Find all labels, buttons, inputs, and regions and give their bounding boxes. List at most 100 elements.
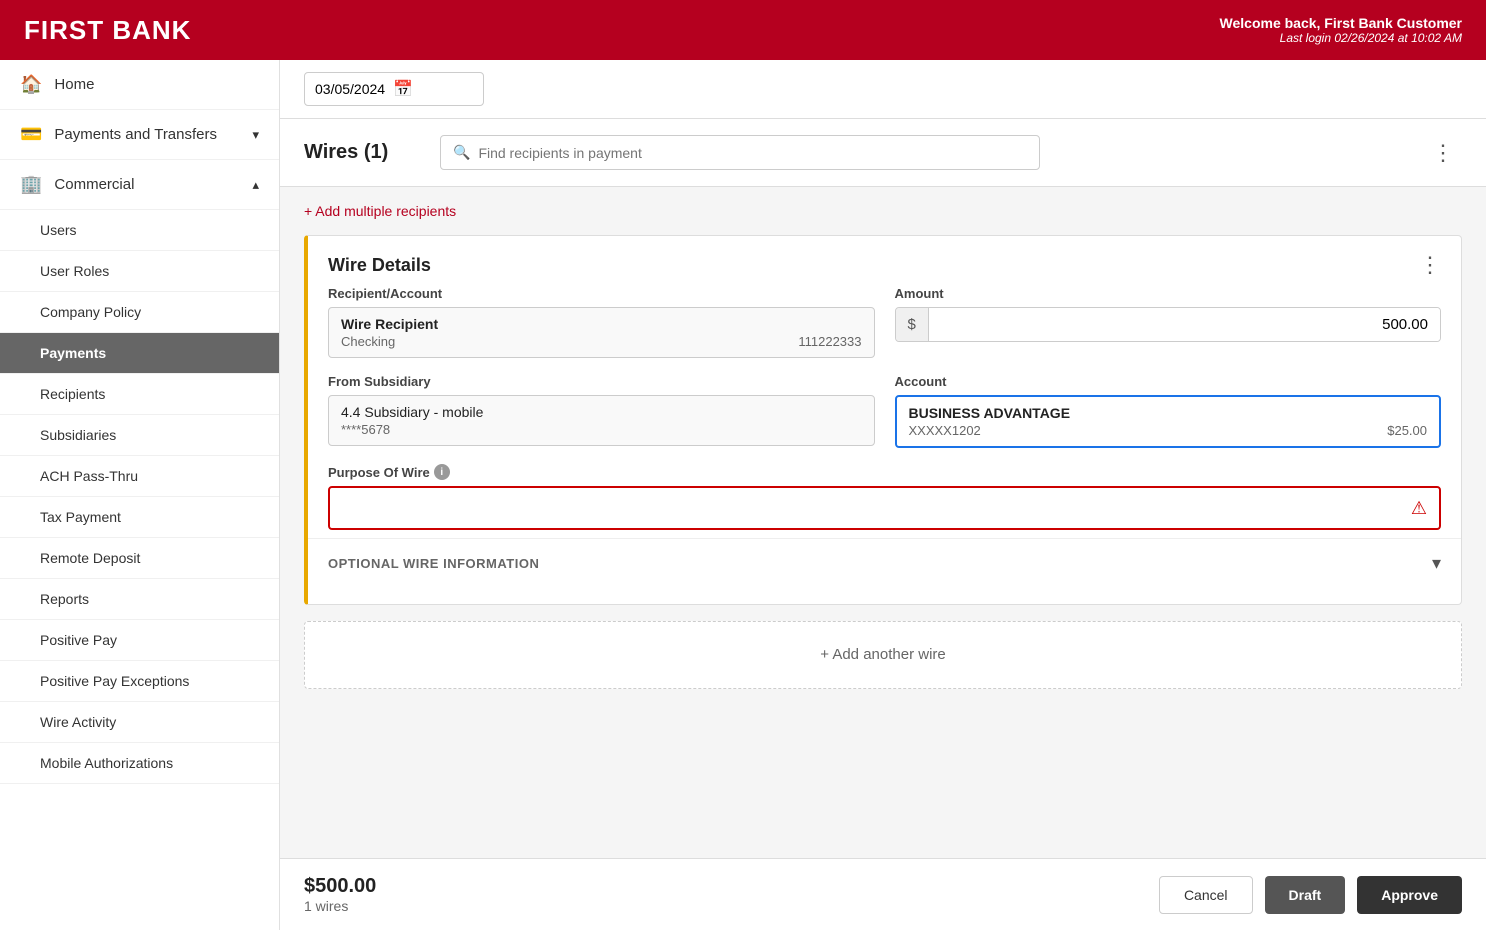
subsidiary-account: ****5678 <box>341 422 862 437</box>
form-group-purpose: Purpose Of Wire i ⚠ <box>328 464 1441 530</box>
add-wire-section[interactable]: + Add another wire <box>304 621 1462 689</box>
subsidiary-name: 4.4 Subsidiary - mobile <box>341 404 862 420</box>
sidebar-commercial-label: Commercial <box>54 176 134 193</box>
footer-buttons: Cancel Draft Approve <box>1159 876 1462 914</box>
wires-title: Wires (1) <box>304 141 424 164</box>
currency-symbol: $ <box>896 308 929 341</box>
wire-card-header: Wire Details ⋮ <box>308 236 1461 286</box>
sidebar-item-ach-pass-thru[interactable]: ACH Pass-Thru <box>0 456 279 497</box>
sidebar-item-mobile-auth[interactable]: Mobile Authorizations <box>0 743 279 784</box>
draft-button[interactable]: Draft <box>1265 876 1346 914</box>
wire-card-title: Wire Details <box>328 255 431 276</box>
welcome-text: Welcome back, First Bank Customer <box>1220 15 1462 31</box>
account-sub: XXXXX1202 $25.00 <box>909 423 1428 438</box>
sidebar-item-users[interactable]: Users <box>0 210 279 251</box>
sidebar-ach-label: ACH Pass-Thru <box>40 468 138 484</box>
wire-card: Wire Details ⋮ Recipient/Account Wire Re… <box>304 235 1462 605</box>
user-info: Welcome back, First Bank Customer Last l… <box>1220 15 1462 45</box>
form-group-subsidiary: From Subsidiary 4.4 Subsidiary - mobile … <box>328 374 875 448</box>
footer-amount: $500.00 <box>304 875 376 898</box>
sidebar-item-reports[interactable]: Reports <box>0 579 279 620</box>
wires-menu-button[interactable]: ⋮ <box>1424 136 1462 170</box>
sidebar-positive-pay-exceptions-label: Positive Pay Exceptions <box>40 673 189 689</box>
building-icon: 🏢 <box>20 174 42 195</box>
footer-bar: $500.00 1 wires Cancel Draft Approve <box>280 858 1486 930</box>
app-logo: FIRST BANK <box>24 15 191 46</box>
card-icon: 💳 <box>20 124 42 145</box>
form-row-subsidiary-account: From Subsidiary 4.4 Subsidiary - mobile … <box>328 374 1441 448</box>
sidebar-item-company-policy[interactable]: Company Policy <box>0 292 279 333</box>
sidebar-item-commercial[interactable]: 🏢 Commercial ▴ <box>0 160 279 210</box>
amount-field: $ <box>895 307 1442 342</box>
sidebar-company-policy-label: Company Policy <box>40 304 141 320</box>
last-login-text: Last login 02/26/2024 at 10:02 AM <box>1220 31 1462 45</box>
add-wire-label: + Add another wire <box>820 646 946 663</box>
chevron-down-icon: ▾ <box>1432 553 1441 574</box>
sidebar-item-recipients[interactable]: Recipients <box>0 374 279 415</box>
add-recipients-link[interactable]: + Add multiple recipients <box>304 203 456 219</box>
account-balance: $25.00 <box>1387 423 1427 438</box>
date-value: 03/05/2024 <box>315 81 385 97</box>
optional-wire-section[interactable]: OPTIONAL WIRE INFORMATION ▾ <box>308 538 1461 588</box>
calendar-icon: 📅 <box>393 79 413 99</box>
form-group-recipient: Recipient/Account Wire Recipient Checkin… <box>328 286 875 358</box>
form-group-account: Account BUSINESS ADVANTAGE XXXXX1202 $25… <box>895 374 1442 448</box>
sidebar-reports-label: Reports <box>40 591 89 607</box>
sidebar-item-positive-pay[interactable]: Positive Pay <box>0 620 279 661</box>
account-field[interactable]: BUSINESS ADVANTAGE XXXXX1202 $25.00 <box>895 395 1442 448</box>
purpose-field: ⚠ <box>328 486 1441 530</box>
purpose-input[interactable] <box>342 500 1411 516</box>
sidebar-users-label: Users <box>40 222 77 238</box>
sidebar-item-payments-transfers[interactable]: 💳 Payments and Transfers ▾ <box>0 110 279 160</box>
sidebar-item-user-roles[interactable]: User Roles <box>0 251 279 292</box>
chevron-down-icon: ▾ <box>252 127 259 143</box>
account-label: Account <box>895 374 1442 389</box>
sidebar-item-remote-deposit[interactable]: Remote Deposit <box>0 538 279 579</box>
from-subsidiary-label: From Subsidiary <box>328 374 875 389</box>
search-input[interactable] <box>478 145 1027 161</box>
sidebar: 🏠 Home 💳 Payments and Transfers ▾ 🏢 Comm… <box>0 60 280 930</box>
approve-button[interactable]: Approve <box>1357 876 1462 914</box>
footer-total: $500.00 1 wires <box>304 875 376 914</box>
form-group-amount: Amount $ <box>895 286 1442 358</box>
search-icon: 🔍 <box>453 144 470 161</box>
sidebar-mobile-auth-label: Mobile Authorizations <box>40 755 173 771</box>
amount-input[interactable] <box>929 308 1440 341</box>
sidebar-tax-label: Tax Payment <box>40 509 121 525</box>
recipient-type: Checking <box>341 334 395 349</box>
recipient-field[interactable]: Wire Recipient Checking 111222333 <box>328 307 875 358</box>
recipient-sub: Checking 111222333 <box>341 334 862 349</box>
sidebar-item-tax-payment[interactable]: Tax Payment <box>0 497 279 538</box>
recipient-name: Wire Recipient <box>341 316 862 332</box>
recipient-label: Recipient/Account <box>328 286 875 301</box>
app-header: FIRST BANK Welcome back, First Bank Cust… <box>0 0 1486 60</box>
sidebar-payments-label: Payments <box>40 345 106 361</box>
sidebar-item-subsidiaries[interactable]: Subsidiaries <box>0 415 279 456</box>
sidebar-remote-deposit-label: Remote Deposit <box>40 550 140 566</box>
optional-label: OPTIONAL WIRE INFORMATION <box>328 556 539 571</box>
sidebar-wire-activity-label: Wire Activity <box>40 714 116 730</box>
sidebar-item-payments[interactable]: Payments <box>0 333 279 374</box>
sidebar-item-wire-activity[interactable]: Wire Activity <box>0 702 279 743</box>
scrollable-content: + Add multiple recipients Wire Details ⋮… <box>280 187 1486 858</box>
form-row-recipient-amount: Recipient/Account Wire Recipient Checkin… <box>328 286 1441 358</box>
wire-card-body: Recipient/Account Wire Recipient Checkin… <box>308 286 1461 604</box>
sidebar-recipients-label: Recipients <box>40 386 105 402</box>
subsidiary-field[interactable]: 4.4 Subsidiary - mobile ****5678 <box>328 395 875 446</box>
sidebar-user-roles-label: User Roles <box>40 263 109 279</box>
sidebar-positive-pay-label: Positive Pay <box>40 632 117 648</box>
date-input-wrapper[interactable]: 03/05/2024 📅 <box>304 72 484 106</box>
sidebar-item-positive-pay-exceptions[interactable]: Positive Pay Exceptions <box>0 661 279 702</box>
sidebar-payments-transfers-label: Payments and Transfers <box>54 126 217 143</box>
amount-label: Amount <box>895 286 1442 301</box>
recipient-account: 111222333 <box>798 334 861 349</box>
wire-card-menu-button[interactable]: ⋮ <box>1419 252 1441 278</box>
wires-header: Wires (1) 🔍 ⋮ <box>280 119 1486 187</box>
cancel-button[interactable]: Cancel <box>1159 876 1253 914</box>
info-icon[interactable]: i <box>434 464 450 480</box>
sidebar-item-home[interactable]: 🏠 Home <box>0 60 279 110</box>
footer-wire-count: 1 wires <box>304 898 376 914</box>
home-icon: 🏠 <box>20 74 42 95</box>
chevron-up-icon: ▴ <box>252 177 259 193</box>
search-box[interactable]: 🔍 <box>440 135 1040 170</box>
